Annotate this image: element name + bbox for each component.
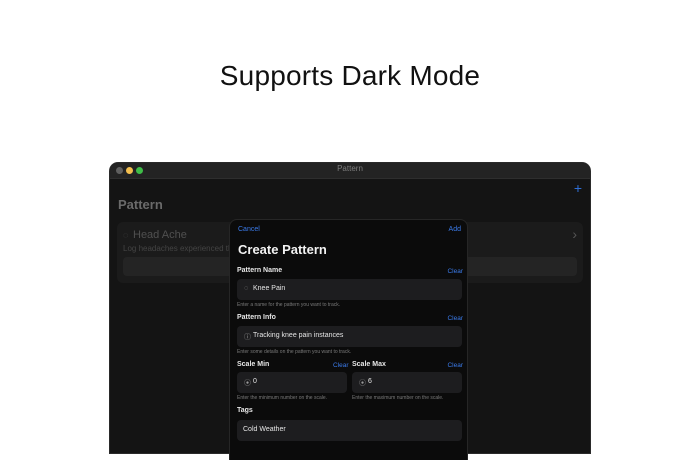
- target-icon: ⦿: [244, 380, 251, 387]
- page-headline: Supports Dark Mode: [219, 60, 481, 91]
- scale-max-hint: Enter the maximum number on the scale.: [352, 395, 444, 401]
- cancel-button[interactable]: Cancel: [238, 226, 260, 233]
- pattern-name-field[interactable]: ◌ Knee Pain: [237, 279, 462, 300]
- tags-label: Tags: [237, 407, 253, 414]
- scale-min-clear-button[interactable]: Clear: [333, 362, 349, 369]
- pattern-name-value: Knee Pain: [253, 285, 286, 292]
- scale-min-value: 0: [253, 378, 257, 385]
- list-title: Pattern: [118, 197, 163, 212]
- scale-max-clear-button[interactable]: Clear: [447, 362, 463, 369]
- scale-max-value: 6: [368, 378, 372, 385]
- pattern-name-clear-button[interactable]: Clear: [447, 268, 463, 275]
- scale-max-field[interactable]: ⦿ 6: [352, 372, 462, 393]
- target-icon: ⦿: [359, 380, 366, 387]
- pattern-info-hint: Enter some details on the pattern you wa…: [237, 349, 352, 355]
- add-pattern-icon[interactable]: +: [574, 180, 582, 196]
- pattern-info-label: Pattern Info: [237, 314, 276, 321]
- add-button[interactable]: Add: [449, 226, 461, 233]
- scale-min-label: Scale Min: [237, 361, 270, 368]
- pattern-row-icon: ◌: [123, 230, 129, 240]
- pattern-info-value: Tracking knee pain instances: [253, 332, 344, 339]
- pattern-info-field[interactable]: ⓘ Tracking knee pain instances: [237, 326, 462, 347]
- info-icon: ⓘ: [244, 334, 251, 341]
- title-bar: Pattern: [110, 163, 590, 179]
- create-pattern-sheet: Cancel Add Create Pattern Pattern Name C…: [230, 220, 467, 460]
- pattern-name-hint: Enter a name for the pattern you want to…: [237, 302, 341, 308]
- scale-min-field[interactable]: ⦿ 0: [237, 372, 347, 393]
- sheet-title: Create Pattern: [238, 242, 327, 257]
- chevron-right-icon[interactable]: ›: [572, 226, 577, 242]
- pattern-row-name: Head Ache: [133, 229, 187, 241]
- pattern-info-clear-button[interactable]: Clear: [447, 315, 463, 322]
- circle-dashed-icon: ◌: [244, 285, 249, 292]
- scale-max-label: Scale Max: [352, 361, 386, 368]
- window-title: Pattern: [337, 164, 363, 173]
- scale-min-hint: Enter the minimum number on the scale.: [237, 395, 328, 401]
- tag-value: Cold Weather: [243, 426, 286, 433]
- pattern-name-label: Pattern Name: [237, 267, 283, 274]
